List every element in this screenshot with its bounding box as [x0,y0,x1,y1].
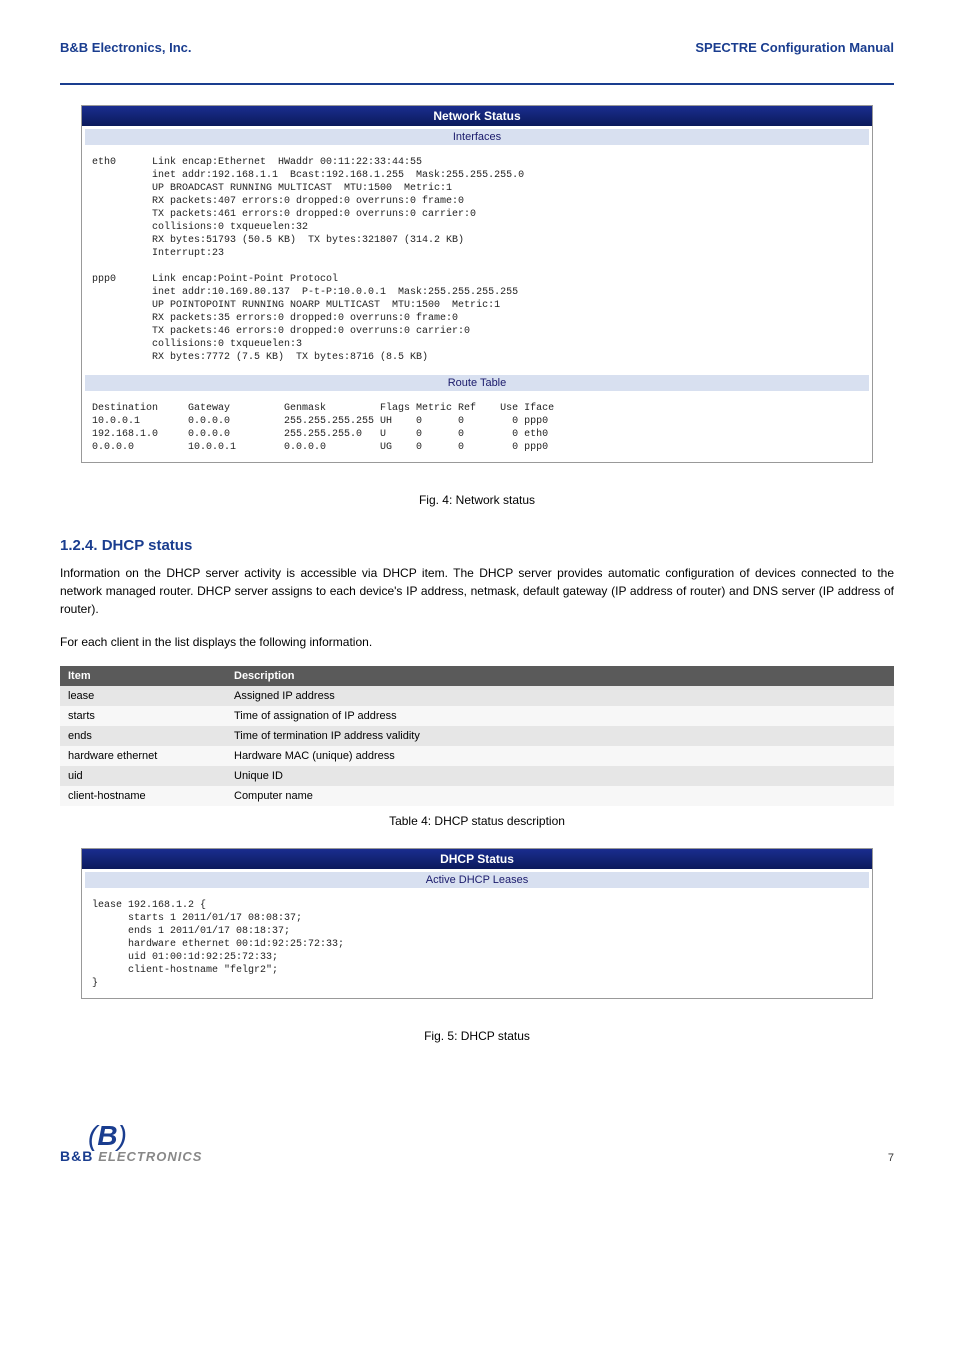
table-caption-4: Table 4: DHCP status description [60,814,894,828]
table-header-desc: Description [226,666,894,686]
section-heading: 1.2.4. DHCP status [60,537,894,554]
section-title: DHCP status [102,537,193,554]
interfaces-output: eth0 Link encap:Ethernet HWaddr 00:11:22… [82,148,872,372]
table-row: leaseAssigned IP address [60,686,894,706]
table-row: client-hostnameComputer name [60,786,894,806]
table-row: uidUnique ID [60,766,894,786]
dhcp-description-table: Item Description leaseAssigned IP addres… [60,666,894,806]
figure-caption-4: Fig. 4: Network status [60,493,894,507]
header-right: SPECTRE Configuration Manual [695,40,894,55]
table-row: hardware ethernetHardware MAC (unique) a… [60,746,894,766]
header-rule [60,83,894,85]
dhcp-leases-output: lease 192.168.1.2 { starts 1 2011/01/17 … [82,891,872,998]
figure-caption-5: Fig. 5: DHCP status [60,1029,894,1043]
section-number: 1.2.4. [60,537,98,554]
paragraph-1: Information on the DHCP server activity … [60,564,894,618]
footer-logo: (B) B&B ELECTRONICS [60,1123,202,1164]
route-table-output: Destination Gateway Genmask Flags Metric… [82,394,872,462]
header-left: B&B Electronics, Inc. [60,40,191,55]
panel-sub-interfaces: Interfaces [85,129,869,145]
network-status-panel: Network Status Interfaces eth0 Link enca… [81,105,873,463]
panel-sub-leases: Active DHCP Leases [85,872,869,888]
paragraph-2: For each client in the list displays the… [60,633,894,651]
table-header-item: Item [60,666,226,686]
table-row: endsTime of termination IP address valid… [60,726,894,746]
dhcp-status-panel: DHCP Status Active DHCP Leases lease 192… [81,848,873,999]
table-row: startsTime of assignation of IP address [60,706,894,726]
panel-sub-route: Route Table [85,375,869,391]
panel-title-dhcp: DHCP Status [82,849,872,869]
page-number: 7 [888,1152,894,1164]
panel-title-network: Network Status [82,106,872,126]
